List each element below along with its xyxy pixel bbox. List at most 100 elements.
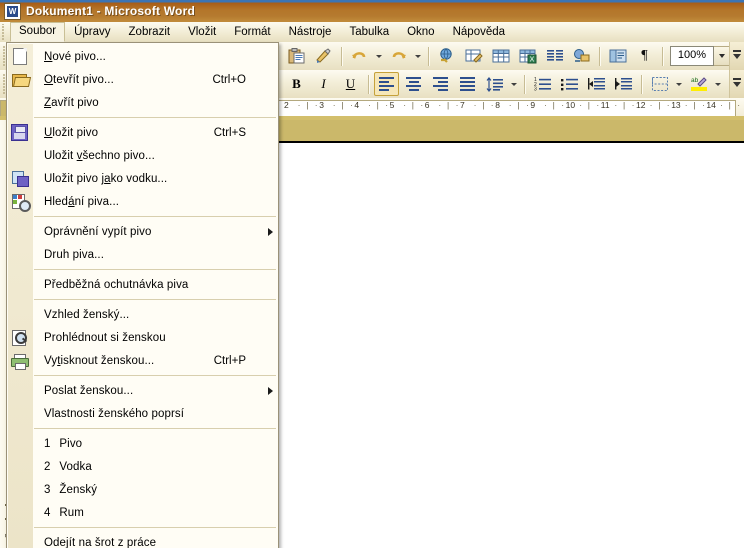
- printer-icon: [7, 349, 32, 372]
- file-menu-item[interactable]: Hledání piva...: [7, 190, 278, 213]
- italic-button[interactable]: I: [311, 72, 336, 96]
- file-menu-item[interactable]: Zavřít pivo: [7, 91, 278, 114]
- ruler-minor-tick: ·: [350, 98, 353, 113]
- standard-toolbar-overflow-button[interactable]: [729, 42, 744, 70]
- menu-nastroje[interactable]: Nástroje: [280, 23, 341, 42]
- file-menu-item[interactable]: Odejít na šrot z práce: [7, 531, 278, 548]
- menu-item-label: Druh piva...: [32, 249, 246, 261]
- numbered-list-button[interactable]: 123: [530, 72, 555, 96]
- word-window: W Dokument1 - Microsoft Word Soubor Úpra…: [0, 0, 744, 548]
- paste-button[interactable]: [284, 44, 309, 68]
- ruler-minor-tick: ·: [474, 98, 477, 113]
- undo-button[interactable]: [347, 44, 372, 68]
- menu-item-shortcut: Ctrl+O: [212, 74, 262, 86]
- ruler-minor-tick: ·: [491, 98, 494, 113]
- menu-item-label: Prohlédnout si ženskou: [32, 332, 246, 344]
- underline-button[interactable]: U: [338, 72, 363, 96]
- menu-soubor[interactable]: Soubor: [10, 22, 65, 42]
- undo-dropdown-arrow[interactable]: [373, 45, 384, 67]
- ruler-minor-tick: ·: [403, 98, 406, 113]
- file-menu-item[interactable]: 3Ženský: [7, 478, 278, 501]
- menu-item-label: Nové pivo...: [32, 51, 246, 63]
- bulleted-list-button[interactable]: [557, 72, 582, 96]
- ruler-minor-tick: |: [693, 98, 695, 113]
- file-menu-item[interactable]: 4Rum: [7, 501, 278, 524]
- menu-okno[interactable]: Okno: [398, 23, 444, 42]
- line-spacing-button[interactable]: [482, 72, 507, 96]
- menu-item-icon-slot: [7, 243, 32, 266]
- file-menu-item[interactable]: Vzhled ženský...: [7, 303, 278, 326]
- redo-dropdown-arrow[interactable]: [412, 45, 423, 67]
- menu-item-label: Otevřít pivo...: [32, 74, 212, 86]
- align-right-button[interactable]: [428, 72, 453, 96]
- menu-upravy[interactable]: Úpravy: [65, 23, 119, 42]
- file-menu-item[interactable]: 1Pivo: [7, 432, 278, 455]
- align-center-button[interactable]: [401, 72, 426, 96]
- underline-icon: U: [346, 76, 355, 92]
- file-menu-item[interactable]: Předběžná ochutnávka piva: [7, 273, 278, 296]
- file-menu-item[interactable]: Otevřít pivo...Ctrl+O: [7, 68, 278, 91]
- ruler-tick: 6: [425, 98, 430, 113]
- document-map-button[interactable]: [605, 44, 630, 68]
- menu-tabulka[interactable]: Tabulka: [340, 23, 398, 42]
- tables-and-borders-button[interactable]: [461, 44, 486, 68]
- highlight-dropdown-arrow[interactable]: [712, 73, 723, 95]
- menu-item-icon-slot: [7, 402, 32, 425]
- new-document-icon: [7, 45, 32, 68]
- menu-vlozit[interactable]: Vložit: [179, 23, 225, 42]
- file-menu-item[interactable]: Druh piva...: [7, 243, 278, 266]
- submenu-arrow-icon: [262, 387, 278, 395]
- zoom-value[interactable]: 100%: [670, 46, 714, 66]
- insert-excel-sheet-button[interactable]: X: [515, 44, 540, 68]
- bold-button[interactable]: B: [284, 72, 309, 96]
- ruler-minor-tick: ·: [509, 98, 512, 113]
- toolbar-separator: [341, 47, 342, 66]
- file-menu-item[interactable]: Uložit pivo jako vodku...: [7, 167, 278, 190]
- menu-separator: [34, 299, 276, 300]
- menu-napoveda[interactable]: Nápověda: [444, 23, 514, 42]
- file-menu-item[interactable]: Prohlédnout si ženskou: [7, 326, 278, 349]
- borders-button[interactable]: [647, 72, 672, 96]
- menu-bar-gripper[interactable]: [1, 24, 8, 40]
- menu-separator: [34, 117, 276, 118]
- borders-dropdown-arrow[interactable]: [673, 73, 684, 95]
- file-menu-dropdown[interactable]: Nové pivo...Otevřít pivo...Ctrl+OZavřít …: [6, 42, 279, 548]
- menu-zobrazit[interactable]: Zobrazit: [120, 23, 180, 42]
- menu-separator: [34, 527, 276, 528]
- decrease-indent-button[interactable]: [584, 72, 609, 96]
- highlight-button[interactable]: ab: [686, 72, 711, 96]
- redo-button[interactable]: [386, 44, 411, 68]
- insert-table-button[interactable]: [488, 44, 513, 68]
- ruler-minor-tick: ·: [385, 98, 388, 113]
- file-menu-item[interactable]: Poslat ženskou...: [7, 379, 278, 402]
- justify-button[interactable]: [455, 72, 480, 96]
- columns-button[interactable]: [542, 44, 567, 68]
- align-left-button[interactable]: [374, 72, 399, 96]
- line-spacing-dropdown-arrow[interactable]: [508, 73, 519, 95]
- menu-item-label: Poslat ženskou...: [32, 385, 246, 397]
- svg-text:X: X: [529, 56, 534, 63]
- ruler-tick: 12: [636, 98, 645, 113]
- file-menu-item[interactable]: 2Vodka: [7, 455, 278, 478]
- ruler-minor-tick: ·: [298, 98, 301, 113]
- format-painter-button[interactable]: [311, 44, 336, 68]
- recent-file-number: 4: [32, 507, 50, 519]
- menu-format[interactable]: Formát: [225, 23, 279, 42]
- show-formatting-marks-button[interactable]: ¶: [632, 44, 657, 68]
- zoom-dropdown-arrow[interactable]: [714, 46, 730, 66]
- file-menu-item[interactable]: Vlastnosti ženského poprsí: [7, 402, 278, 425]
- ruler-minor-tick: ·: [737, 98, 740, 113]
- file-menu-item[interactable]: Uložit pivoCtrl+S: [7, 121, 278, 144]
- drawing-button[interactable]: [569, 44, 594, 68]
- increase-indent-button[interactable]: [611, 72, 636, 96]
- formatting-toolbar-overflow-button[interactable]: [729, 70, 744, 98]
- file-menu-item[interactable]: Vytisknout ženskou...Ctrl+P: [7, 349, 278, 372]
- file-menu-item[interactable]: Nové pivo...: [7, 45, 278, 68]
- file-menu-item[interactable]: Oprávnění vypít pivo: [7, 220, 278, 243]
- align-right-icon: [433, 77, 448, 91]
- svg-text:ab: ab: [691, 77, 699, 84]
- ruler-minor-tick: |: [729, 98, 731, 113]
- recent-file-label: Rum: [50, 507, 278, 519]
- hyperlink-button[interactable]: [434, 44, 459, 68]
- file-menu-item[interactable]: Uložit všechno pivo...: [7, 144, 278, 167]
